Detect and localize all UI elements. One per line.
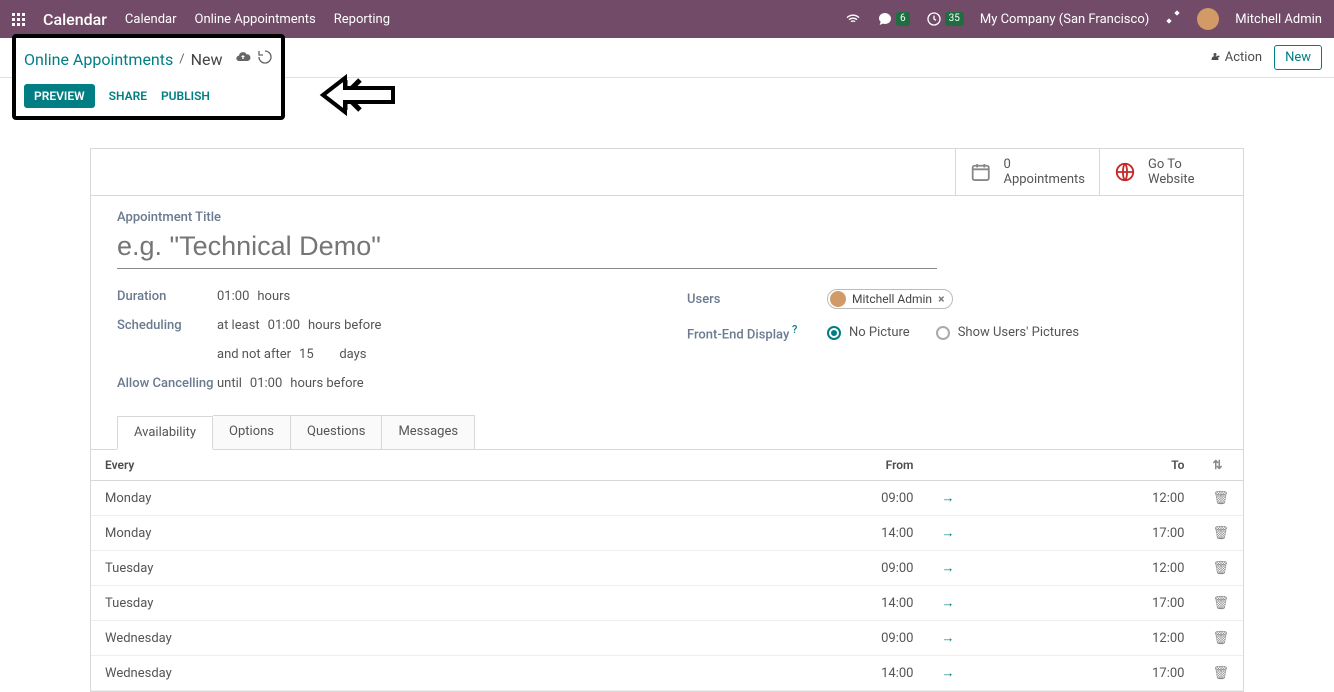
avatar[interactable] [1197, 8, 1219, 30]
cell-from[interactable]: 14:00 [837, 656, 927, 691]
preview-button[interactable]: PREVIEW [24, 84, 95, 108]
trash-icon[interactable]: 🗑 [1212, 491, 1229, 506]
trash-icon[interactable]: 🗑 [1212, 561, 1229, 576]
cloudsave-icon[interactable] [235, 49, 251, 69]
tab-questions[interactable]: Questions [291, 415, 382, 449]
tab-availability[interactable]: Availability [117, 416, 213, 450]
duration-value[interactable]: 01:00 [217, 289, 249, 304]
remove-tag-icon[interactable]: × [938, 292, 944, 306]
avatar-icon [830, 291, 846, 307]
highlight-box: Online Appointments / New PREVIEW SHARE … [12, 34, 285, 120]
cell-to[interactable]: 12:00 [968, 481, 1198, 516]
calendar-icon [970, 161, 991, 183]
arrow-right-icon: → [941, 596, 954, 611]
users-label: Users [687, 292, 827, 307]
cell-to[interactable]: 17:00 [968, 656, 1198, 691]
wifi-icon[interactable] [845, 11, 861, 27]
tab-messages[interactable]: Messages [382, 415, 475, 449]
form-sheet: 0 Appointments Go To Website Appointment… [90, 148, 1244, 692]
publish-button[interactable]: PUBLISH [161, 89, 210, 103]
trash-icon[interactable]: 🗑 [1212, 596, 1229, 611]
activity-badge: 35 [945, 12, 964, 26]
app-name: Calendar [43, 10, 107, 29]
activity-icon[interactable]: 35 [926, 11, 964, 27]
allow-cancel-label: Allow Cancelling [117, 376, 217, 391]
apps-icon[interactable] [12, 13, 25, 26]
user-tag[interactable]: Mitchell Admin × [827, 289, 953, 309]
discard-icon[interactable] [257, 49, 273, 69]
arrow-right-icon: → [941, 631, 954, 646]
table-row[interactable]: Tuesday09:00 → 12:00 🗑 [91, 551, 1243, 586]
cell-to[interactable]: 17:00 [968, 586, 1198, 621]
nav-reporting[interactable]: Reporting [334, 12, 390, 27]
globe-icon [1114, 161, 1136, 183]
cell-day: Wednesday [91, 621, 837, 656]
share-button[interactable]: SHARE [109, 89, 147, 103]
title-input[interactable] [117, 229, 937, 269]
action-menu[interactable]: Action [1209, 50, 1262, 65]
arrow-right-icon: → [941, 491, 954, 506]
trash-icon[interactable]: 🗑 [1212, 631, 1229, 646]
table-row[interactable]: Monday09:00 → 12:00 🗑 [91, 481, 1243, 516]
radio-no-picture[interactable] [827, 326, 841, 340]
table-row[interactable]: Monday14:00 → 17:00 🗑 [91, 516, 1243, 551]
duration-label: Duration [117, 289, 217, 304]
cell-day: Tuesday [91, 551, 837, 586]
fed-label: Front-End Display ? [687, 323, 827, 342]
nav-calendar[interactable]: Calendar [125, 12, 177, 27]
chat-icon[interactable]: 6 [877, 11, 910, 27]
company-switcher[interactable]: My Company (San Francisco) [980, 12, 1149, 27]
cell-to[interactable]: 12:00 [968, 621, 1198, 656]
cell-day: Monday [91, 516, 837, 551]
cell-from[interactable]: 14:00 [837, 586, 927, 621]
topbar: Calendar Calendar Online Appointments Re… [0, 0, 1334, 38]
user-menu[interactable]: Mitchell Admin [1235, 12, 1322, 27]
availability-table: Every From To ⇅ Monday09:00→12:00🗑Monday… [91, 450, 1243, 691]
title-label: Appointment Title [117, 210, 1217, 225]
help-icon[interactable]: ? [789, 323, 797, 336]
cell-day: Monday [91, 481, 837, 516]
breadcrumb-parent[interactable]: Online Appointments [24, 50, 173, 69]
col-to: To [968, 450, 1198, 481]
sched-atleast-value[interactable]: 01:00 [268, 318, 300, 333]
stat-appointments[interactable]: 0 Appointments [955, 149, 1099, 195]
cell-from[interactable]: 14:00 [837, 516, 927, 551]
table-row[interactable]: Wednesday09:00 → 12:00 🗑 [91, 621, 1243, 656]
sched-notafter-value[interactable]: 15 [299, 347, 314, 362]
cancel-value[interactable]: 01:00 [250, 376, 282, 391]
cell-day: Wednesday [91, 656, 837, 691]
cell-to[interactable]: 17:00 [968, 516, 1198, 551]
cell-day: Tuesday [91, 586, 837, 621]
cell-from[interactable]: 09:00 [837, 551, 927, 586]
radio-show-pictures[interactable] [936, 326, 950, 340]
trash-icon[interactable]: 🗑 [1212, 666, 1229, 681]
new-button[interactable]: New [1274, 45, 1322, 70]
table-row[interactable]: Tuesday14:00 → 17:00 🗑 [91, 586, 1243, 621]
table-row[interactable]: Wednesday14:00 → 17:00 🗑 [91, 656, 1243, 691]
col-from: From [837, 450, 927, 481]
column-options-icon[interactable]: ⇅ [1212, 458, 1222, 472]
cell-to[interactable]: 12:00 [968, 551, 1198, 586]
arrow-right-icon: → [941, 526, 954, 541]
stat-goto-website[interactable]: Go To Website [1099, 149, 1243, 195]
cell-from[interactable]: 09:00 [837, 481, 927, 516]
tabs: Availability Options Questions Messages [117, 415, 1217, 449]
breadcrumb: Online Appointments / New [24, 49, 273, 69]
breadcrumb-current: New [191, 50, 223, 69]
col-every: Every [91, 450, 837, 481]
tools-icon[interactable] [1165, 9, 1181, 29]
chat-badge: 6 [896, 12, 910, 26]
arrow-right-icon: → [941, 666, 954, 681]
callout-arrow-icon [315, 70, 395, 124]
tab-options[interactable]: Options [213, 415, 291, 449]
nav-online-appointments[interactable]: Online Appointments [195, 12, 316, 27]
trash-icon[interactable]: 🗑 [1212, 526, 1229, 541]
cell-from[interactable]: 09:00 [837, 621, 927, 656]
arrow-right-icon: → [941, 561, 954, 576]
scheduling-label: Scheduling [117, 318, 217, 333]
